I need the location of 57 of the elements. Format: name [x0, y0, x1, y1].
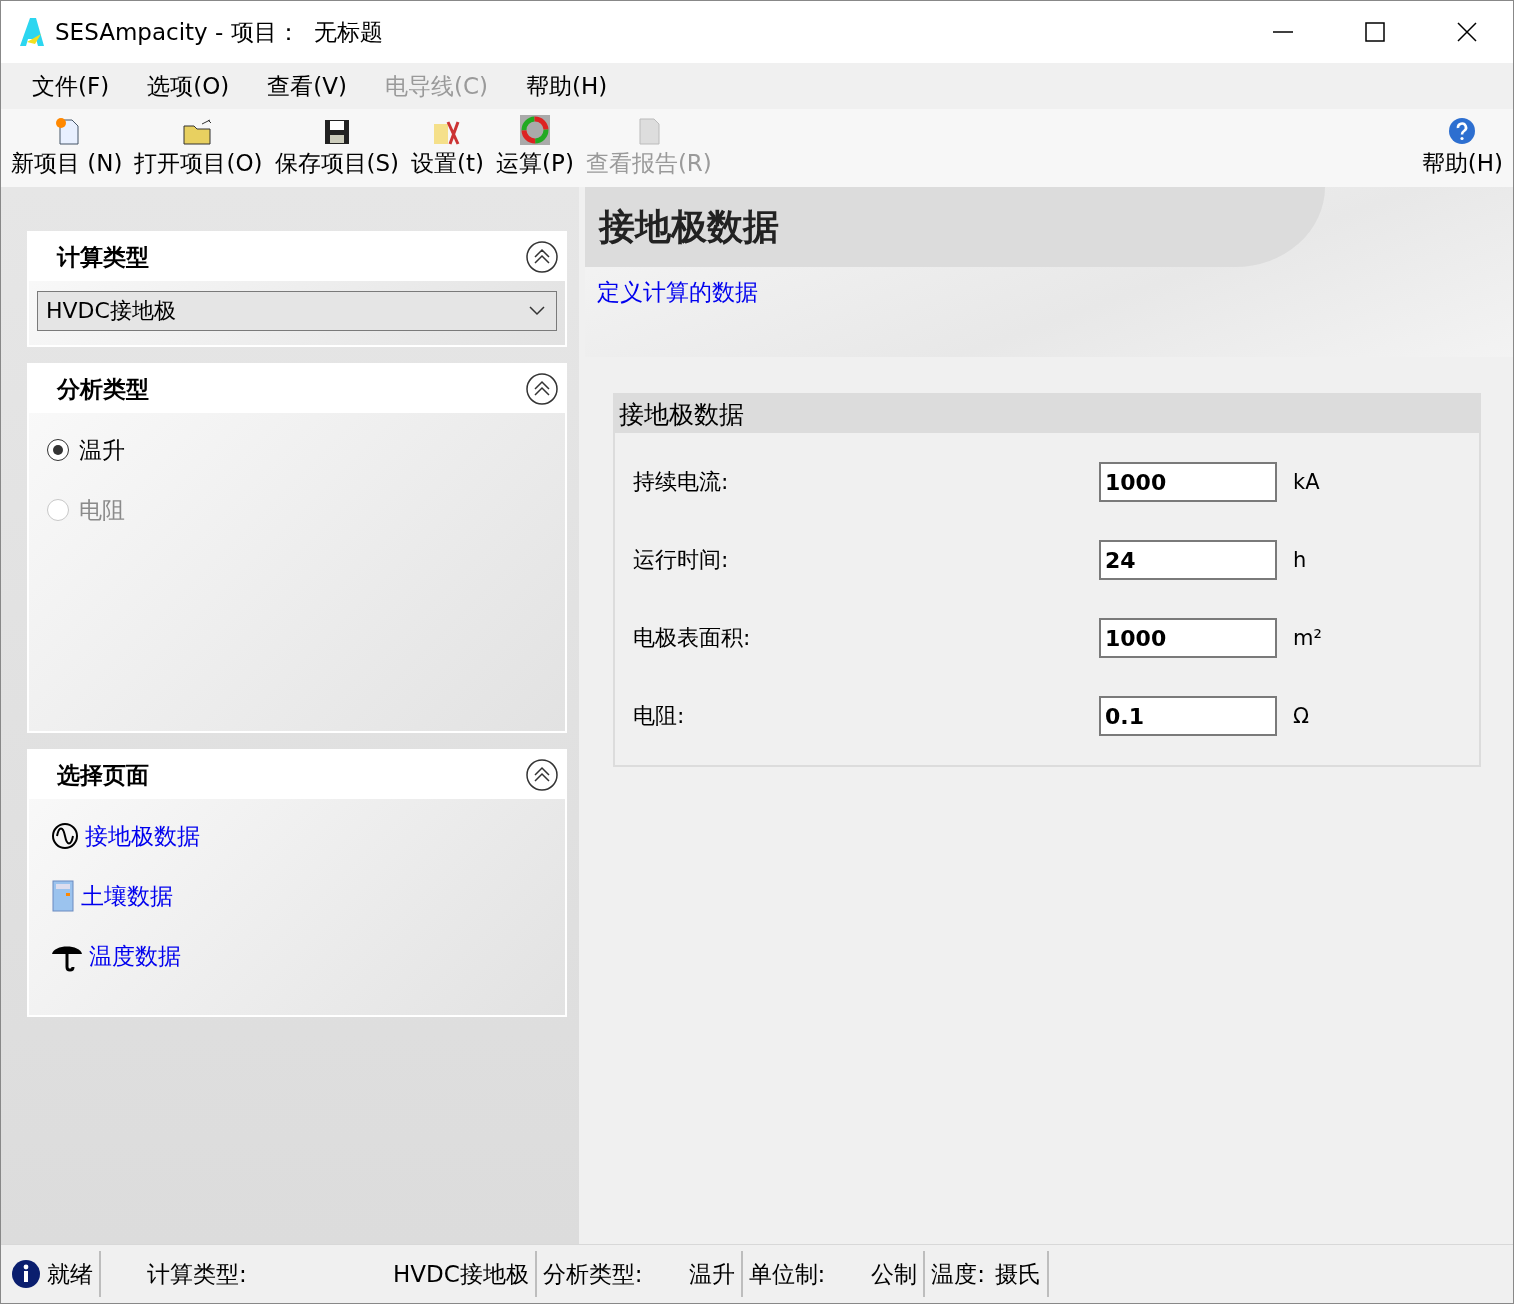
menu-item[interactable]: 文件(F) [13, 70, 129, 102]
panel-title: 计算类型 [57, 242, 149, 272]
status-label: 分析类型: [542, 1259, 643, 1289]
status-value: HVDC接地极 [393, 1259, 529, 1289]
collapse-icon[interactable] [525, 372, 559, 406]
unit-label: Ω [1293, 704, 1311, 728]
input-field[interactable]: 1000 [1099, 462, 1277, 502]
calculator-icon [51, 880, 75, 912]
collapse-icon[interactable] [525, 240, 559, 274]
menu-item[interactable]: 查看(V) [248, 70, 366, 102]
status-label: 就绪 [47, 1259, 93, 1289]
status-label: 温度: [931, 1259, 986, 1289]
colored-ring-icon [518, 114, 551, 146]
menu-item[interactable]: 帮助(H) [506, 70, 627, 102]
sine-wave-icon [51, 822, 79, 850]
page-link[interactable]: 接地极数据 [85, 820, 200, 852]
page-title: 接地极数据 [599, 203, 779, 249]
page-link[interactable]: 温度数据 [89, 940, 181, 972]
toolbar-button[interactable]: 设置(t) [405, 118, 491, 179]
app-logo-icon [17, 16, 47, 48]
help-button[interactable]: 帮助(H) [1415, 116, 1509, 179]
unit-label: kA [1293, 470, 1321, 494]
unit-label: h [1293, 548, 1308, 572]
menu-item[interactable]: 选项(O) [128, 70, 249, 102]
radio-option[interactable]: 温升 [47, 427, 565, 473]
toolbar-button[interactable]: 打开项目(O) [128, 118, 269, 179]
toolbar-button[interactable]: 运算(P) [490, 114, 580, 179]
status-label: 计算类型: [147, 1259, 248, 1289]
input-field[interactable]: 24 [1099, 540, 1277, 580]
status-value: 温升 [688, 1259, 735, 1289]
group-title: 接地极数据 [615, 395, 1479, 433]
maximize-icon [1364, 21, 1386, 43]
status-label: 单位制: [748, 1259, 826, 1289]
status-value: 公制 [871, 1259, 918, 1289]
page-link[interactable]: 土壤数据 [81, 880, 173, 912]
unit-label: m² [1293, 626, 1323, 650]
toolbar-button[interactable]: 新项目 (N) [5, 116, 129, 179]
close-icon [1456, 21, 1478, 43]
toolbar-button[interactable]: 保存项目(S) [268, 118, 406, 179]
radio-button[interactable] [47, 439, 69, 461]
input-field[interactable]: 1000 [1099, 618, 1277, 658]
status-value: 摄氏 [995, 1259, 1042, 1289]
help-icon [1447, 116, 1478, 146]
window-title: SESAmpacity - 项目： 无标题 [55, 17, 385, 47]
panel-title: 分析类型 [57, 374, 149, 404]
info-icon [11, 1259, 41, 1289]
panel-title: 选择页面 [57, 760, 149, 790]
subtitle-link[interactable]: 定义计算的数据 [597, 277, 758, 308]
field-label: 电阻: [633, 702, 686, 730]
collapse-icon[interactable] [525, 758, 559, 792]
input-field[interactable]: 0.1 [1099, 696, 1277, 736]
calc-type-dropdown[interactable]: HVDC接地极 [37, 291, 557, 331]
field-label: 持续电流: [633, 468, 730, 496]
chevron-down-icon [528, 305, 546, 317]
minimize-icon [1273, 31, 1293, 33]
field-label: 电极表面积: [633, 624, 752, 652]
field-label: 运行时间: [633, 546, 730, 574]
